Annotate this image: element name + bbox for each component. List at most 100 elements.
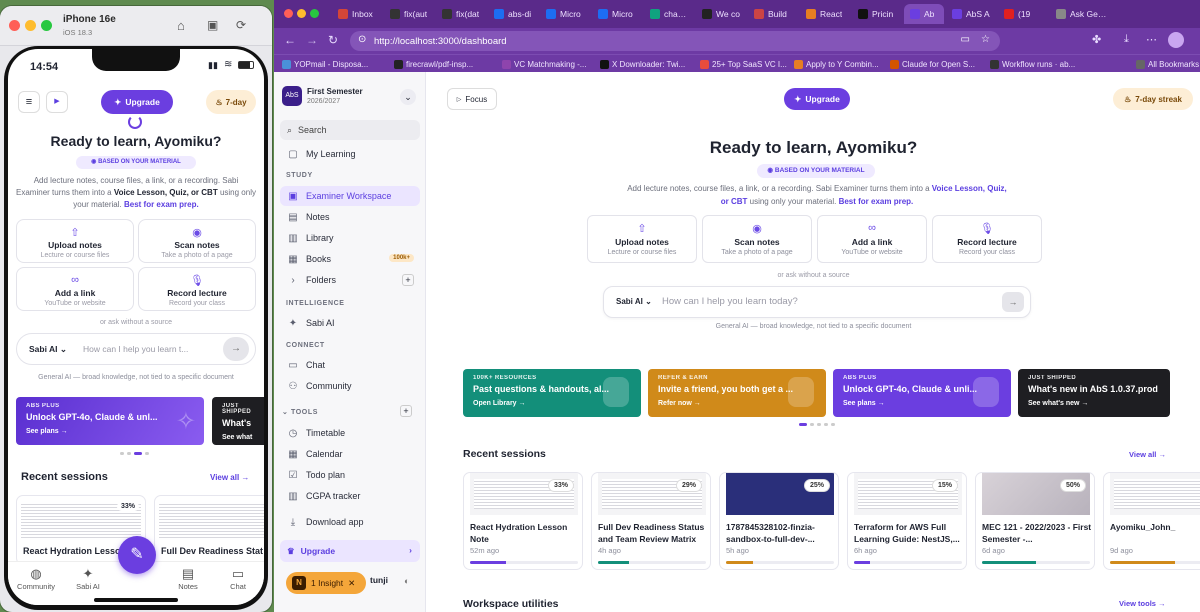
bookmark-item[interactable]: firecrawl/pdf-insp... — [394, 57, 473, 71]
home-icon[interactable]: ⌂ — [177, 18, 185, 33]
close-window-button[interactable] — [284, 9, 293, 18]
rotate-icon[interactable]: ⟳ — [236, 18, 246, 32]
minimize-window-button[interactable] — [297, 9, 306, 18]
extensions-icon[interactable]: ✤ — [1092, 33, 1101, 46]
source-card-scan-notes[interactable]: ◉ Scan notes Take a photo of a page — [138, 219, 256, 263]
back-icon[interactable]: ← — [284, 33, 296, 47]
chat-input-placeholder[interactable]: How can I help you learn today? — [662, 296, 798, 307]
sidebar-item-todo-plan[interactable]: ☑ Todo plan — [280, 465, 420, 485]
bookmark-item[interactable]: X Downloader: Twi... — [600, 57, 685, 71]
download-icon[interactable]: ⤓ — [1124, 33, 1129, 46]
cast-icon[interactable]: ▭ — [961, 34, 970, 45]
source-card-scan-notes[interactable]: ◉ Scan notes Take a photo of a page — [702, 215, 812, 263]
magic-wand-fab[interactable]: ✎ — [118, 536, 156, 574]
exam-prep-link[interactable]: Best for exam prep. — [839, 197, 914, 206]
sidebar-item-timetable[interactable]: ◷ Timetable — [280, 423, 420, 443]
sidebar-item-notes[interactable]: ▤ Notes — [280, 207, 420, 227]
browser-tab[interactable]: fix(aut — [384, 4, 434, 24]
session-card[interactable]: Full Dev Readiness Stat — [154, 495, 264, 565]
bookmark-item[interactable]: Apply to Y Combin... — [794, 57, 879, 71]
screenshot-icon[interactable]: ▣ — [207, 18, 218, 32]
sidebar-item-books[interactable]: ▦ Books 100k+ — [280, 249, 420, 269]
upgrade-button[interactable]: ✦ Upgrade — [784, 88, 850, 110]
browser-tab[interactable]: Micro — [592, 4, 642, 24]
bookmark-item[interactable]: All Bookmarks — [1136, 57, 1199, 71]
browser-tab[interactable]: Pricin — [852, 4, 902, 24]
promo-card[interactable]: JUST SHIPPED What's new in AbS 1.0.37.pro… — [1018, 369, 1170, 417]
upgrade-button[interactable]: ✦ Upgrade — [101, 90, 173, 114]
source-card-record-lecture[interactable]: 🎙 Record lecture Record your class — [932, 215, 1042, 263]
session-card[interactable]: Ayomiku_John_ 9d ago — [1103, 472, 1200, 570]
tab-community[interactable]: ◍ Community — [14, 566, 58, 591]
bookmark-item[interactable]: 25+ Top SaaS VC I... — [700, 57, 787, 71]
bookmark-item[interactable]: VC Matchmaking -... — [502, 57, 586, 71]
promo-card[interactable]: REFER & EARN Invite a friend, you both ge… — [648, 369, 826, 417]
browser-tab[interactable]: Inbox — [332, 4, 382, 24]
promo-link[interactable]: See what's new → — [1028, 400, 1160, 407]
zoom-window-button[interactable] — [41, 20, 52, 31]
sidebar-item-community[interactable]: ⚇ Community — [280, 376, 420, 396]
source-card-upload-notes[interactable]: ⇧ Upload notes Lecture or course files — [587, 215, 697, 263]
forward-icon[interactable]: → — [306, 33, 318, 47]
source-card-upload-notes[interactable]: ⇧ Upload notes Lecture or course files — [16, 219, 134, 263]
chat-input-placeholder[interactable]: How can I help you learn t... — [83, 344, 219, 354]
add-tool-icon[interactable]: + — [400, 405, 412, 417]
session-card[interactable]: 25% 1787845328102-finzia-sandbox-to-full-… — [719, 472, 839, 570]
promo-link[interactable]: See plans → — [26, 428, 194, 435]
zoom-window-button[interactable] — [310, 9, 319, 18]
sidebar-search[interactable]: ⌕ Search — [280, 120, 420, 140]
sidebar-item-folders[interactable]: › Folders + — [280, 270, 420, 290]
chat-input-box[interactable]: Sabi AI ⌄ How can I help you learn t... … — [16, 333, 256, 365]
sidebar-item-my-learning[interactable]: ▢ My Learning — [280, 144, 420, 164]
focus-button[interactable]: ▷ Focus — [447, 88, 497, 110]
sidebar-item-sabi-ai[interactable]: ✦ Sabi AI — [280, 313, 420, 333]
bookmark-star-icon[interactable]: ☆ — [981, 34, 990, 45]
tab-sabi-ai[interactable]: ✦ Sabi AI — [66, 566, 110, 591]
streak-badge[interactable]: ♨ 7-day — [206, 90, 256, 114]
promo-card[interactable]: ABS PLUS Unlock GPT-4o, Claude & unli... S… — [833, 369, 1011, 417]
semester-switch-button[interactable]: ⌄ — [400, 89, 416, 105]
browser-tab[interactable]: (19 — [998, 4, 1048, 24]
session-card[interactable]: 50% MEC 121 - 2022/2023 - First Semester … — [975, 472, 1095, 570]
view-all-link[interactable]: View all → — [1129, 450, 1166, 459]
send-button[interactable]: → — [223, 337, 249, 361]
model-selector[interactable]: Sabi AI ⌄ — [616, 297, 652, 306]
minimize-window-button[interactable] — [25, 20, 36, 31]
source-card-add-a-link[interactable]: ∞ Add a link YouTube or website — [16, 267, 134, 311]
sidebar-item-examiner-workspace[interactable]: ▣ Examiner Workspace — [280, 186, 420, 206]
browser-tab[interactable]: Micro — [540, 4, 590, 24]
sidebar-item-cgpa-tracker[interactable]: ▥ CGPA tracker — [280, 486, 420, 506]
session-card[interactable]: 33% React Hydration Lesson Note 52m ago — [463, 472, 583, 570]
browser-tab[interactable]: Build — [748, 4, 798, 24]
browser-tab-active[interactable]: Ab — [904, 4, 944, 24]
tab-chat[interactable]: ▭ Chat — [216, 566, 260, 591]
browser-tab[interactable]: Ask Gemini — [1050, 4, 1118, 24]
browser-tab[interactable]: AbS A — [946, 4, 996, 24]
exam-prep-link[interactable]: Best for exam prep. — [124, 200, 199, 209]
promo-card[interactable]: 100K+ RESOURCES Past questions & handouts… — [463, 369, 641, 417]
address-bar[interactable]: ⊙ http://localhost:3000/dashboard ▭ ☆ — [350, 31, 1000, 51]
browser-tab[interactable]: chatgp — [644, 4, 694, 24]
view-tools-link[interactable]: View tools → — [1119, 599, 1166, 608]
send-button[interactable]: → — [1002, 292, 1024, 312]
close-window-button[interactable] — [9, 20, 20, 31]
browser-tab[interactable]: abs-di — [488, 4, 538, 24]
play-button[interactable]: ▶ — [46, 91, 68, 113]
theme-toggle-icon[interactable]: ◐ — [404, 576, 409, 586]
sidebar-item-chat[interactable]: ▭ Chat — [280, 355, 420, 375]
promo-link[interactable]: See what — [222, 434, 262, 441]
sidebar-item-calendar[interactable]: ▦ Calendar — [280, 444, 420, 464]
sidebar-upgrade-button[interactable]: ♛ Upgrade › — [280, 540, 420, 562]
site-info-icon[interactable]: ⊙ — [358, 34, 366, 45]
streak-badge[interactable]: ♨ 7-day streak — [1113, 88, 1193, 110]
semester-name[interactable]: First Semester — [307, 87, 363, 96]
chat-input-box[interactable]: Sabi AI ⌄ How can I help you learn today… — [603, 286, 1031, 318]
menu-icon[interactable]: ⋯ — [1146, 33, 1157, 46]
profile-avatar[interactable] — [1168, 32, 1184, 48]
section-tools[interactable]: ⌄ TOOLS — [282, 408, 318, 416]
session-card[interactable]: 15% Terraform for AWS Full Learning Guide… — [847, 472, 967, 570]
browser-tab[interactable]: React — [800, 4, 850, 24]
model-selector[interactable]: Sabi AI ⌄ — [29, 344, 67, 355]
bookmark-item[interactable]: Workflow runs · ab... — [990, 57, 1075, 71]
session-card[interactable]: 29% Full Dev Readiness Status and Team Re… — [591, 472, 711, 570]
